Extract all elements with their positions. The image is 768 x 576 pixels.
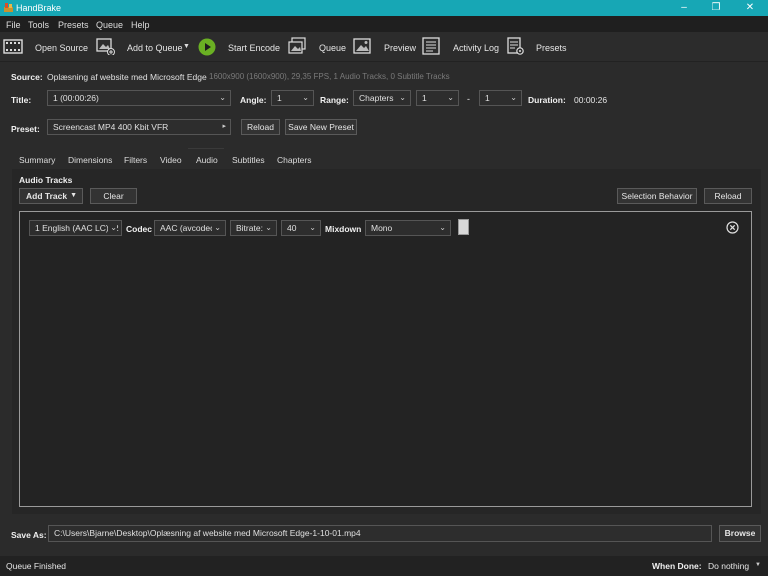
chevron-down-icon: ⌄ (399, 93, 406, 102)
selection-behavior-button[interactable]: Selection Behavior (617, 188, 697, 204)
chevron-down-icon: ⌄ (447, 93, 454, 102)
source-name: Oplæsning af website med Microsoft Edge (47, 72, 207, 82)
audio-tracks-heading: Audio Tracks (19, 175, 73, 185)
title-label: Title: (11, 95, 32, 105)
angle-select-value: 1 (277, 93, 282, 103)
preview-icon[interactable] (352, 37, 372, 55)
tab-dimensions[interactable]: Dimensions (63, 153, 117, 169)
rate-mode-select[interactable]: Bitrate: ⌄ (230, 220, 277, 236)
handbrake-logo-icon (4, 3, 13, 12)
activity-log-button[interactable]: Activity Log (453, 43, 499, 53)
add-to-queue-icon[interactable] (95, 37, 115, 55)
range-mode-value: Chapters (359, 93, 394, 103)
when-done-label: When Done: (652, 561, 702, 571)
minimize-button[interactable]: – (674, 1, 694, 15)
range-end-select[interactable]: 1 ⌄ (479, 90, 522, 106)
mixdown-select[interactable]: Mono ⌄ (365, 220, 451, 236)
start-encode-button[interactable]: Start Encode (228, 43, 280, 53)
menu-tools[interactable]: Tools (28, 20, 49, 30)
caret-down-icon: ▼ (70, 192, 77, 199)
audio-track-list (19, 211, 752, 507)
menu-presets[interactable]: Presets (58, 20, 89, 30)
tab-video[interactable]: Video (155, 153, 187, 169)
presets-icon[interactable] (505, 37, 525, 55)
window-title: HandBrake (16, 3, 62, 13)
open-source-button[interactable]: Open Source (35, 43, 88, 53)
range-mode-select[interactable]: Chapters ⌄ (353, 90, 411, 106)
chevron-right-icon: ▸ (222, 123, 226, 130)
tab-chapters[interactable]: Chapters (272, 153, 317, 169)
codec-value: AAC (avcodec) (160, 223, 218, 233)
queue-icon[interactable] (287, 37, 307, 55)
title-select-value: 1 (00:00:26) (53, 93, 99, 103)
menu-queue[interactable]: Queue (96, 20, 123, 30)
range-separator: - (467, 94, 470, 104)
mixdown-label: Mixdown (325, 224, 362, 234)
range-start-value: 1 (422, 93, 427, 103)
remove-track-icon[interactable] (726, 221, 739, 234)
chevron-down-icon: ⌄ (212, 221, 221, 235)
chevron-down-icon: ⌄ (265, 223, 272, 232)
duration-label: Duration: (528, 95, 566, 105)
tab-subtitles[interactable]: Subtitles (227, 153, 270, 169)
menu-file[interactable]: File (6, 20, 21, 30)
source-details: 1600x900 (1600x900), 29,35 FPS, 1 Audio … (209, 72, 450, 81)
presets-button[interactable]: Presets (536, 43, 567, 53)
range-start-select[interactable]: 1 ⌄ (416, 90, 459, 106)
start-encode-icon[interactable] (198, 38, 216, 56)
when-done-dropdown-icon[interactable]: ▼ (755, 562, 761, 568)
range-end-value: 1 (485, 93, 490, 103)
source-label: Source: (11, 72, 43, 82)
tab-filters[interactable]: Filters (119, 153, 152, 169)
add-to-queue-button[interactable]: Add to Queue (127, 43, 183, 53)
codec-select[interactable]: AAC (avcodec) ⌄ (154, 220, 226, 236)
open-source-icon[interactable] (3, 37, 23, 55)
preview-button[interactable]: Preview (384, 43, 416, 53)
chevron-down-icon: ⌄ (108, 221, 117, 235)
save-as-label: Save As: (11, 530, 47, 540)
add-track-button[interactable]: Add Track ▼ (19, 188, 83, 204)
bitrate-value: 40 (287, 223, 297, 233)
track-source-value: 1 English (AAC LC) (2 (35, 223, 119, 233)
clear-tracks-button[interactable]: Clear (90, 188, 137, 204)
track-source-select[interactable]: 1 English (AAC LC) (2 ⌄ (29, 220, 122, 236)
status-text: Queue Finished (6, 561, 67, 571)
chevron-down-icon: ⌄ (309, 223, 316, 232)
window-titlebar (0, 0, 768, 16)
angle-select[interactable]: 1 ⌄ (271, 90, 314, 106)
track-settings-button[interactable] (458, 219, 469, 235)
codec-label: Codec (126, 224, 152, 234)
bitrate-select[interactable]: 40 ⌄ (281, 220, 321, 236)
queue-button[interactable]: Queue (319, 43, 346, 53)
chevron-down-icon: ⌄ (219, 93, 226, 102)
add-track-label: Add Track (26, 191, 68, 201)
range-label: Range: (320, 95, 349, 105)
close-window-button[interactable]: ✕ (740, 1, 760, 15)
rate-mode-value: Bitrate: (236, 223, 263, 233)
add-to-queue-dropdown-icon[interactable]: ▼ (183, 43, 190, 50)
save-new-preset-button[interactable]: Save New Preset (285, 119, 357, 135)
save-as-path-input[interactable]: C:\Users\Bjarne\Desktop\Oplæsning af web… (48, 525, 712, 542)
chevron-down-icon: ⌄ (302, 93, 309, 102)
angle-label: Angle: (240, 95, 267, 105)
preset-select[interactable]: Screencast MP4 400 Kbit VFR ▸ (47, 119, 231, 135)
maximize-button[interactable]: ❐ (706, 1, 726, 15)
tab-summary[interactable]: Summary (14, 153, 60, 169)
activity-log-icon[interactable] (421, 37, 441, 55)
browse-button[interactable]: Browse (719, 525, 761, 542)
preset-reload-button[interactable]: Reload (241, 119, 280, 135)
duration-value: 00:00:26 (574, 95, 608, 105)
audio-reload-button[interactable]: Reload (704, 188, 752, 204)
title-select[interactable]: 1 (00:00:26) ⌄ (47, 90, 231, 106)
when-done-select[interactable]: Do nothing (708, 561, 749, 571)
preset-select-value: Screencast MP4 400 Kbit VFR (53, 122, 169, 132)
menu-help[interactable]: Help (131, 20, 150, 30)
chevron-down-icon: ⌄ (510, 93, 517, 102)
preset-label: Preset: (11, 124, 40, 134)
mixdown-value: Mono (371, 223, 393, 233)
tab-audio[interactable]: Audio (191, 153, 223, 169)
chevron-down-icon: ⌄ (439, 223, 446, 232)
